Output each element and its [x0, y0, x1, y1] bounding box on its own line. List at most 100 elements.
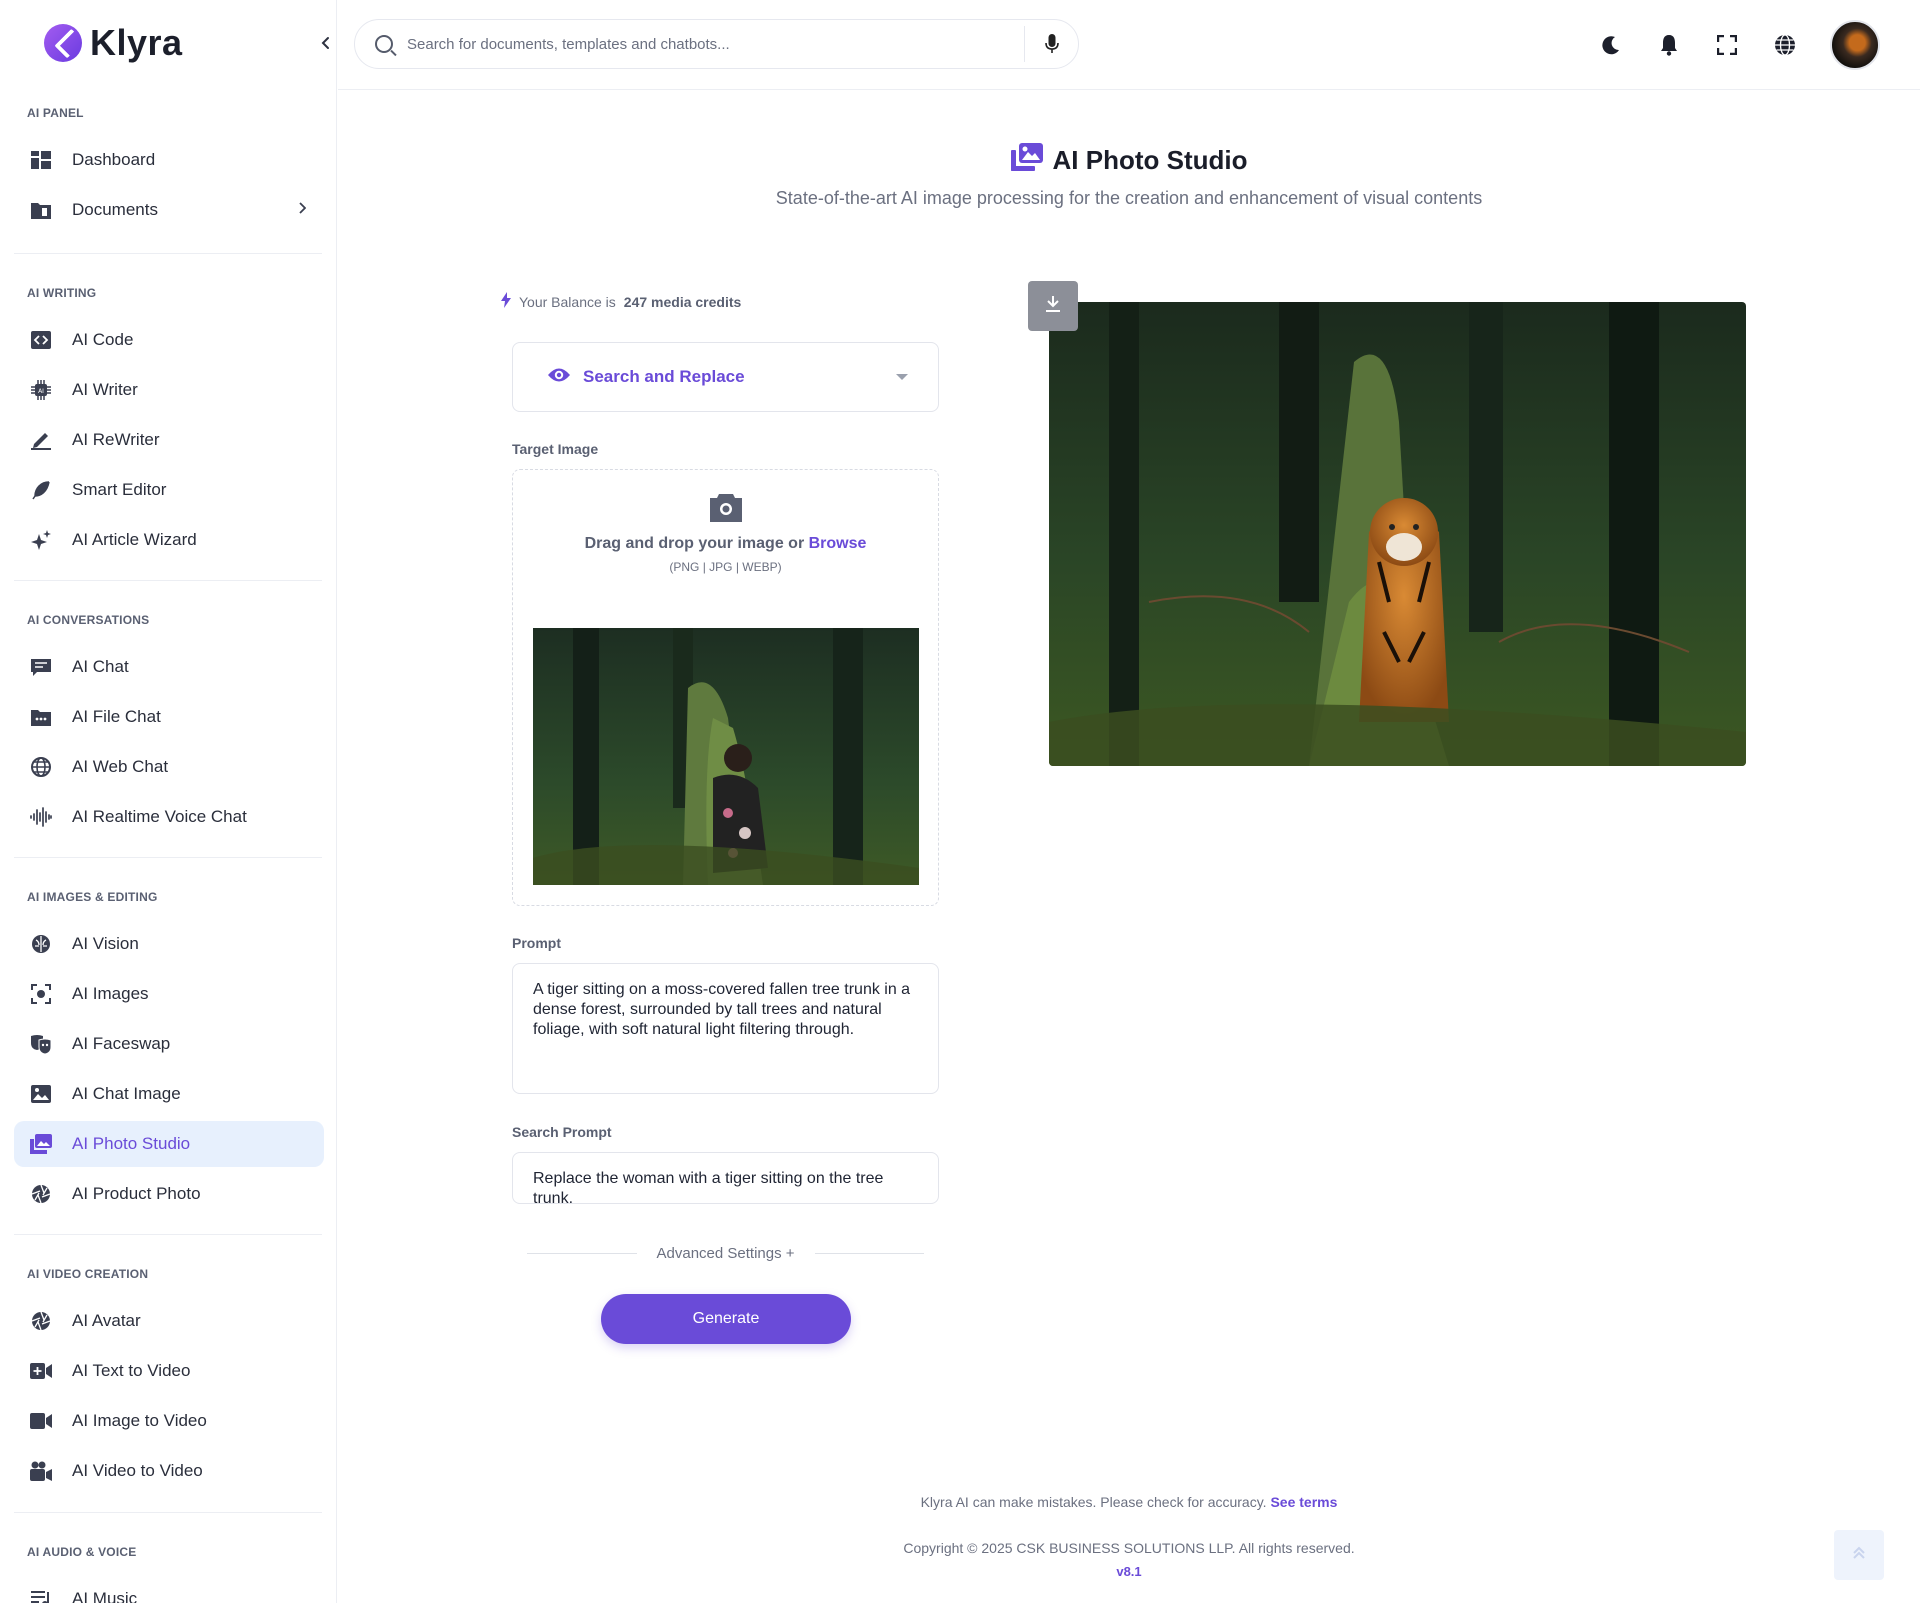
notifications-bell-icon[interactable] [1656, 32, 1682, 58]
sidebar-item-ai-web-chat[interactable]: AI Web Chat [14, 744, 324, 790]
generate-button[interactable]: Generate [601, 1294, 851, 1344]
chevron-up-icon [1851, 1545, 1867, 1566]
download-icon [1045, 295, 1061, 318]
advanced-settings-toggle[interactable]: Advanced Settings + [527, 1243, 925, 1263]
aperture-icon [30, 1183, 52, 1205]
brain-icon [30, 933, 52, 955]
language-globe-icon[interactable] [1772, 32, 1798, 58]
masks-icon [30, 1033, 52, 1055]
section-label-ai-writing: AI WRITING [27, 286, 97, 300]
section-label-ai-video-creation: AI VIDEO CREATION [27, 1267, 149, 1281]
divider [14, 253, 322, 254]
section-label-ai-panel: AI PANEL [27, 106, 84, 120]
prompt-label: Prompt [512, 935, 561, 951]
divider [14, 1512, 322, 1513]
divider [14, 580, 322, 581]
sidebar-item-label: AI Image to Video [72, 1411, 207, 1430]
section-label-ai-images-editing: AI IMAGES & EDITING [27, 890, 158, 904]
sidebar-item-ai-article-wizard[interactable]: AI Article Wizard [14, 517, 324, 563]
app-name: Klyra [90, 22, 183, 63]
sidebar-item-label: AI ReWriter [72, 430, 160, 449]
eye-icon [547, 366, 570, 388]
footer-version: v8.1 [1116, 1564, 1142, 1579]
collapse-sidebar-icon[interactable] [320, 34, 332, 55]
advanced-settings-label: Advanced Settings + [656, 1244, 795, 1262]
sidebar-item-label: Smart Editor [72, 480, 167, 499]
sidebar-item-ai-video-to-video[interactable]: AI Video to Video [14, 1448, 324, 1494]
chat-icon [30, 656, 52, 678]
generated-image-result [1049, 302, 1746, 766]
section-label-ai-conversations: AI CONVERSATIONS [27, 613, 150, 627]
search-prompt-textarea[interactable]: Replace the woman with a tiger sitting o… [512, 1152, 939, 1204]
app-logo[interactable]: Klyra [44, 22, 183, 64]
image-dropzone[interactable]: Drag and drop your image or Browse (PNG … [512, 469, 939, 906]
footer-copyright: Copyright © 2025 CSK BUSINESS SOLUTIONS … [903, 1540, 1355, 1556]
sidebar-item-ai-writer[interactable]: AI AI Writer [14, 367, 324, 413]
sidebar-item-ai-vision[interactable]: AI Vision [14, 921, 324, 967]
sidebar-item-label: AI Avatar [72, 1311, 141, 1330]
sidebar-item-label: AI Faceswap [72, 1034, 171, 1053]
sidebar-item-ai-chat-image[interactable]: AI Chat Image [14, 1071, 324, 1117]
music-icon [30, 1588, 52, 1603]
prompt-textarea[interactable]: A tiger sitting on a moss-covered fallen… [512, 963, 939, 1094]
browse-link[interactable]: Browse [809, 535, 867, 552]
bolt-icon [501, 292, 511, 311]
sidebar-item-label: AI Vision [72, 934, 139, 953]
tool-select-value: Search and Replace [583, 367, 745, 386]
top-actions [1598, 20, 1880, 70]
photos-icon [30, 1133, 52, 1155]
sidebar-item-ai-photo-studio[interactable]: AI Photo Studio [14, 1121, 324, 1167]
sidebar-item-ai-product-photo[interactable]: AI Product Photo [14, 1171, 324, 1217]
sidebar-item-ai-code[interactable]: AI Code [14, 317, 324, 363]
sidebar-item-smart-editor[interactable]: Smart Editor [14, 467, 324, 513]
divider-line [527, 1252, 637, 1254]
sidebar-item-ai-file-chat[interactable]: AI File Chat [14, 694, 324, 740]
divider [14, 857, 322, 858]
user-avatar[interactable] [1830, 20, 1880, 70]
scroll-to-top-button[interactable] [1834, 1530, 1884, 1580]
footer-disclaimer: Klyra AI can make mistakes. Please check… [338, 1494, 1920, 1510]
page-subtitle: State-of-the-art AI image processing for… [775, 188, 1483, 208]
sidebar-item-ai-chat[interactable]: AI Chat [14, 644, 324, 690]
sidebar-item-label: AI Photo Studio [72, 1134, 191, 1153]
dark-mode-moon-icon[interactable] [1598, 32, 1624, 58]
uploaded-image-preview [533, 628, 919, 885]
waveform-icon [30, 806, 52, 828]
divider-line [814, 1252, 925, 1254]
sidebar-item-label: AI File Chat [72, 707, 161, 726]
dropzone-text: Drag and drop your image or Browse [513, 535, 938, 553]
sidebar-item-ai-image-to-video[interactable]: AI Image to Video [14, 1398, 324, 1444]
see-terms-link[interactable]: See terms [1270, 1494, 1337, 1510]
sidebar-item-label: AI Web Chat [72, 757, 169, 776]
sidebar-item-ai-realtime-voice-chat[interactable]: AI Realtime Voice Chat [14, 794, 324, 840]
video-plus-icon [30, 1360, 52, 1382]
file-chat-icon [30, 706, 52, 728]
target-image-label: Target Image [512, 441, 599, 457]
fullscreen-icon[interactable] [1714, 32, 1740, 58]
sidebar-item-label: AI Chat Image [72, 1084, 181, 1103]
sidebar-item-ai-text-to-video[interactable]: AI Text to Video [14, 1348, 324, 1394]
page-header: AI Photo Studio State-of-the-art AI imag… [0, 143, 1920, 209]
search-prompt-label: Search Prompt [512, 1124, 612, 1140]
download-button[interactable] [1028, 281, 1078, 331]
feather-icon [30, 479, 52, 501]
sidebar-item-ai-avatar[interactable]: AI Avatar [14, 1298, 324, 1344]
sidebar-item-ai-music[interactable]: AI Music [14, 1576, 324, 1603]
sidebar-item-ai-rewriter[interactable]: AI ReWriter [14, 417, 324, 463]
sparkles-icon [30, 529, 52, 551]
sidebar-item-label: AI Text to Video [72, 1361, 191, 1380]
sidebar-item-label: AI Article Wizard [72, 530, 197, 549]
drop-instruction: Drag and drop your image or [584, 535, 805, 552]
tool-select-dropdown[interactable]: Search and Replace [512, 342, 939, 412]
sidebar-item-label: AI Video to Video [72, 1461, 203, 1480]
sidebar-item-label: AI Product Photo [72, 1184, 201, 1203]
svg-text:AI: AI [38, 388, 44, 395]
sidebar-item-ai-images[interactable]: AI Images [14, 971, 324, 1017]
sidebar-item-ai-faceswap[interactable]: AI Faceswap [14, 1021, 324, 1067]
sidebar-item-label: AI Realtime Voice Chat [72, 807, 247, 826]
page-title: AI Photo Studio [1052, 145, 1248, 175]
microphone-icon[interactable] [1024, 26, 1078, 62]
logo-icon [44, 24, 82, 62]
search-input[interactable] [407, 35, 1007, 53]
sidebar: Klyra AI PANEL Dashboard Documents AI WR… [0, 0, 337, 1603]
